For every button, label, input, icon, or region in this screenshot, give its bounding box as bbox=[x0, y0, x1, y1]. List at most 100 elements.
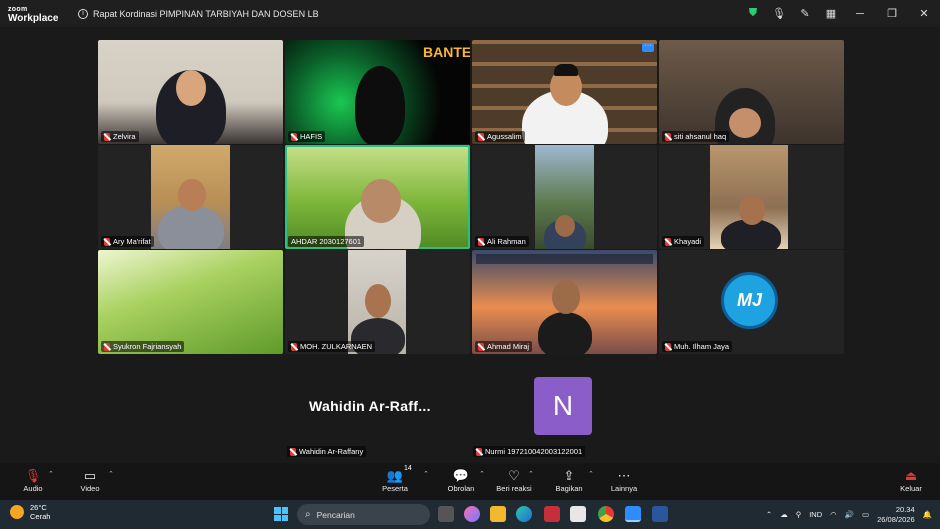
more-options-icon[interactable]: ··· bbox=[642, 42, 654, 52]
video-tile[interactable]: MOH. ZULKARNAEN bbox=[285, 250, 470, 354]
muted-mic-icon bbox=[104, 132, 110, 141]
participant-name: Khayadi bbox=[674, 237, 702, 246]
video-tile[interactable]: Zelvira bbox=[98, 40, 283, 144]
logo-text: MJ bbox=[736, 290, 762, 310]
video-tile[interactable]: MJ Muh. Ilham Jaya bbox=[659, 250, 844, 354]
participants-count: 14 bbox=[404, 465, 412, 472]
muted-mic-icon bbox=[290, 447, 296, 456]
pen-icon[interactable]: ✎ bbox=[792, 7, 818, 20]
muted-mic-icon bbox=[291, 132, 297, 141]
muted-mic-icon bbox=[291, 342, 297, 351]
participant-name: Muh. Ilham Jaya bbox=[674, 342, 730, 351]
meeting-toolbar: 🎙 Audio ⌃ ▭ Video ⌃ 👥 Peserta 14 ⌃ 💬 Obr… bbox=[0, 463, 940, 500]
participant-name: Agussalim bbox=[487, 132, 522, 141]
chat-button[interactable]: 💬 Obrolan bbox=[446, 467, 476, 493]
participant-name: siti ahsanul haq bbox=[674, 132, 727, 141]
muted-mic-icon bbox=[665, 132, 671, 141]
muted-mic-icon bbox=[104, 342, 110, 351]
maximize-icon[interactable]: ❐ bbox=[876, 7, 908, 20]
language-indicator[interactable]: IND bbox=[809, 510, 822, 519]
leave-button[interactable]: ⏏ Keluar bbox=[896, 467, 926, 493]
video-tile[interactable]: Ahmad Miraj bbox=[472, 250, 657, 354]
participant-name: MOH. ZULKARNAEN bbox=[300, 342, 373, 351]
chat-icon: 💬 bbox=[452, 468, 470, 483]
video-tile[interactable]: Ali Rahman bbox=[472, 145, 657, 249]
muted-mic-icon bbox=[478, 342, 484, 351]
cloud-icon[interactable]: ☁ bbox=[780, 510, 788, 519]
title-bar: zoom Workplace i Rapat Kordinasi PIMPINA… bbox=[0, 0, 940, 27]
chevron-up-icon[interactable]: ⌃ bbox=[108, 470, 114, 478]
participant-name: Ali Rahman bbox=[487, 237, 526, 246]
os-taskbar: 26°C Cerah ⌕ Pencarian ⌃ ☁ ⚲ IND ◠ 🔊 ▭ 2… bbox=[0, 500, 940, 529]
mic-settings-icon[interactable]: 🎙 bbox=[766, 7, 792, 20]
meeting-info[interactable]: i Rapat Kordinasi PIMPINAN TARBIYAH DAN … bbox=[78, 8, 319, 19]
muted-mic-icon bbox=[104, 237, 110, 246]
more-icon: ⋯ bbox=[617, 468, 631, 483]
system-tray: ⌃ ☁ ⚲ IND ◠ 🔊 ▭ 20.34 26/08/2026 🔔 bbox=[758, 500, 932, 529]
zoom-app-icon[interactable] bbox=[625, 506, 641, 522]
video-tile[interactable]: Khayadi bbox=[659, 145, 844, 249]
word-icon[interactable] bbox=[652, 506, 668, 522]
video-tile-active-speaker[interactable]: AHDAR 2030127601 bbox=[285, 145, 470, 249]
weather-widget[interactable]: 26°C Cerah bbox=[10, 503, 50, 521]
store-icon[interactable] bbox=[570, 506, 586, 522]
notifications-icon[interactable]: 🔔 bbox=[923, 510, 932, 519]
volume-icon[interactable]: 🔊 bbox=[845, 510, 854, 519]
chevron-up-icon[interactable]: ⌃ bbox=[766, 510, 772, 519]
chrome-icon[interactable] bbox=[598, 506, 614, 522]
wifi-icon[interactable]: ◠ bbox=[830, 510, 837, 519]
participant-label: Wahidin Ar-Raffany bbox=[287, 446, 367, 457]
edge-icon[interactable] bbox=[516, 506, 532, 522]
video-tile[interactable]: Syukron Fajriansyah bbox=[98, 250, 283, 354]
close-icon[interactable]: ✕ bbox=[908, 7, 940, 20]
minimize-icon[interactable]: ─ bbox=[844, 8, 876, 20]
chevron-up-icon[interactable]: ⌃ bbox=[479, 470, 485, 478]
muted-mic-icon bbox=[478, 132, 484, 141]
muted-mic-icon: 🎙 bbox=[24, 468, 42, 483]
chevron-up-icon[interactable]: ⌃ bbox=[528, 470, 534, 478]
participant-display-name: Wahidin Ar-Raff... bbox=[309, 398, 431, 414]
muted-mic-icon bbox=[665, 237, 671, 246]
profile-logo: MJ bbox=[721, 272, 778, 329]
task-view-icon[interactable] bbox=[438, 506, 454, 522]
file-explorer-icon[interactable] bbox=[490, 506, 506, 522]
video-tile[interactable]: siti ahsanul haq bbox=[659, 40, 844, 144]
taskbar-search[interactable]: ⌕ Pencarian bbox=[297, 504, 430, 525]
copilot-icon[interactable] bbox=[464, 506, 480, 522]
battery-icon[interactable]: ▭ bbox=[862, 510, 869, 519]
more-button[interactable]: ⋯ Lainnya bbox=[608, 467, 640, 493]
video-tile[interactable]: BANTEN HAFIS bbox=[285, 40, 470, 144]
muted-mic-icon bbox=[476, 447, 482, 456]
app-icon[interactable] bbox=[544, 506, 560, 522]
participant-name: Zelvira bbox=[113, 132, 136, 141]
video-tile[interactable]: ··· Agussalim bbox=[472, 40, 657, 144]
participant-name: Ahmad Miraj bbox=[487, 342, 530, 351]
camera-icon: ▭ bbox=[83, 468, 97, 483]
video-tile[interactable]: Ary Ma'rifat bbox=[98, 145, 283, 249]
info-icon[interactable]: i bbox=[78, 8, 88, 19]
chevron-up-icon[interactable]: ⌃ bbox=[423, 470, 429, 478]
meeting-title: Rapat Kordinasi PIMPINAN TARBIYAH DAN DO… bbox=[93, 8, 319, 19]
participant-name: HAFIS bbox=[300, 132, 323, 141]
leave-icon: ⏏ bbox=[904, 468, 918, 483]
participant-name: Syukron Fajriansyah bbox=[113, 342, 182, 351]
banner-text: BANTEN bbox=[423, 44, 470, 60]
avatar[interactable]: N bbox=[534, 377, 592, 435]
windows-start-icon[interactable] bbox=[274, 507, 288, 521]
sun-icon bbox=[10, 505, 24, 519]
chevron-up-icon[interactable]: ⌃ bbox=[588, 470, 594, 478]
share-screen-icon: ⇪ bbox=[563, 468, 575, 483]
participant-name: Ary Ma'rifat bbox=[113, 237, 151, 246]
shield-icon[interactable]: ⛊ bbox=[740, 7, 766, 20]
participant-name: AHDAR 2030127601 bbox=[291, 237, 362, 246]
video-button[interactable]: ▭ Video bbox=[77, 467, 103, 493]
muted-mic-icon bbox=[665, 342, 671, 351]
audio-button[interactable]: 🎙 Audio bbox=[20, 467, 46, 493]
share-button[interactable]: ⇪ Bagikan bbox=[553, 467, 585, 493]
network-icon[interactable]: ⚲ bbox=[796, 510, 802, 519]
grid-icon[interactable]: ▦ bbox=[818, 7, 844, 20]
zoom-logo: zoom Workplace bbox=[8, 5, 59, 24]
participant-label: Nurmi 197210042003122001 bbox=[473, 446, 586, 457]
clock[interactable]: 20.34 26/08/2026 bbox=[877, 505, 915, 525]
chevron-up-icon[interactable]: ⌃ bbox=[48, 470, 54, 478]
